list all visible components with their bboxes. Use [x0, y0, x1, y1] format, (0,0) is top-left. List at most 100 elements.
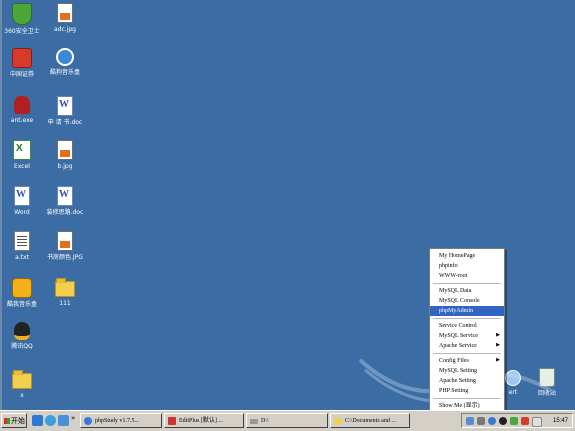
- quicklaunch-more-icon[interactable]: »: [71, 414, 75, 422]
- taskbar-item-drive-d[interactable]: D:\: [246, 413, 328, 428]
- clock[interactable]: 15:47: [553, 414, 568, 428]
- desktop-icon-label: 回收站: [537, 390, 556, 397]
- word-doc-icon: W: [57, 186, 73, 206]
- submenu-arrow-icon: ▶: [496, 333, 500, 338]
- taskbar: 开始 » phpStudy v1.7.5... EditPlus [默认] ..…: [0, 410, 575, 431]
- quicklaunch-ie-icon[interactable]: [32, 415, 43, 426]
- phpstudy-tray-menu: My HomePage phpinfo WWW-root MySQL Data MySQ…: [429, 248, 505, 419]
- taskbar-item-phpstudy[interactable]: phpStudy v1.7.5...: [80, 413, 162, 428]
- menu-item-label: MySQL Data: [439, 288, 472, 294]
- menu-separator: [433, 283, 501, 284]
- desktop-icon-label: x: [20, 392, 24, 399]
- ant-icon: [14, 96, 30, 114]
- menu-separator: [433, 398, 501, 399]
- desktop-icon-qq[interactable]: 腾讯QQ: [0, 322, 47, 351]
- menu-item-label: MySQL Console: [439, 298, 480, 304]
- tray-ime-icon[interactable]: [532, 417, 542, 427]
- word-icon: W: [14, 186, 30, 206]
- image-file-icon: [57, 231, 73, 251]
- menu-item-label: MySQL Setting: [439, 368, 477, 374]
- menu-item-label: PHP Setting: [439, 388, 469, 394]
- phpstudy-icon: [84, 417, 92, 425]
- music-icon: [56, 48, 74, 66]
- menu-item-label: Apache Service: [439, 343, 477, 349]
- task-label: EditPlus [默认] ...: [179, 418, 223, 424]
- drive-icon: [250, 419, 258, 424]
- desktop-icon-label: 腾讯QQ: [11, 343, 33, 350]
- menu-item-label: Config Files: [439, 358, 469, 364]
- quicklaunch-ie2-icon[interactable]: [58, 415, 69, 426]
- menu-item-mysql-data[interactable]: MySQL Data: [430, 286, 504, 296]
- menu-item-mysql-setting[interactable]: MySQL Setting: [430, 366, 504, 376]
- app-icon: [12, 48, 32, 68]
- excel-icon: X: [13, 140, 31, 160]
- shield-icon: [12, 3, 32, 25]
- desktop-icon-folder-x[interactable]: x: [0, 370, 47, 400]
- menu-item-apache-service[interactable]: Apache Service ▶: [430, 341, 504, 351]
- menu-item-www-root[interactable]: WWW-root: [430, 271, 504, 281]
- taskbar-item-documents[interactable]: C:\Documents and ...: [330, 413, 410, 428]
- desktop-icon-kugou[interactable]: 酷狗音乐盒: [40, 48, 90, 77]
- menu-separator: [433, 318, 501, 319]
- qq-icon: [14, 322, 30, 340]
- tray-phpstudy-icon[interactable]: [488, 417, 496, 425]
- submenu-arrow-icon: ▶: [496, 343, 500, 348]
- menu-item-label: Show Me (显示): [439, 403, 480, 409]
- text-file-icon: [14, 231, 30, 251]
- desktop-icon-recycle-bin[interactable]: 回收站: [522, 368, 572, 398]
- desktop-icon-label: 装修思路.doc: [46, 209, 84, 216]
- submenu-arrow-icon: ▶: [496, 358, 500, 363]
- desktop-icon-label: adc.jpg: [54, 26, 76, 33]
- start-button[interactable]: 开始: [1, 413, 27, 428]
- task-label: phpStudy v1.7.5...: [95, 418, 140, 424]
- tray-volume-icon[interactable]: [477, 417, 485, 425]
- menu-item-label: Apache Setting: [439, 378, 476, 384]
- menu-item-label: phpinfo: [439, 263, 458, 269]
- image-file-icon: [57, 140, 73, 160]
- menu-item-label: MySQL Service: [439, 333, 478, 339]
- folder-icon: [334, 418, 342, 424]
- menu-item-config-files[interactable]: Config Files ▶: [430, 356, 504, 366]
- menu-item-phpinfo[interactable]: phpinfo: [430, 261, 504, 271]
- tray-qq-icon[interactable]: [499, 417, 507, 425]
- desktop-icon-b-jpg[interactable]: b.jpg: [40, 140, 90, 171]
- tray-360-icon[interactable]: [510, 417, 518, 425]
- kuwo-icon: [12, 278, 32, 298]
- desktop-icon-zhuangxiu-doc[interactable]: W 装修思路.doc: [40, 186, 90, 217]
- desktop-icon-label: b.jpg: [57, 163, 73, 170]
- desktop-icon-label: 书房颜色.JPG: [47, 254, 83, 261]
- desktop-icon-adc-jpg[interactable]: adc.jpg: [40, 3, 90, 34]
- menu-item-label: Service Control: [439, 323, 477, 329]
- task-label: D:\: [261, 418, 269, 424]
- menu-item-label: phpMyAdmin: [439, 308, 474, 314]
- folder-icon: [12, 370, 32, 389]
- quicklaunch-qq-icon[interactable]: [45, 415, 56, 426]
- editplus-icon: [168, 417, 176, 425]
- desktop-icon-label: 酷狗音乐盒: [49, 69, 80, 76]
- tray-network-icon[interactable]: [466, 417, 474, 425]
- menu-item-label: My HomePage: [439, 253, 476, 259]
- taskbar-item-editplus[interactable]: EditPlus [默认] ...: [164, 413, 244, 428]
- menu-item-my-homepage[interactable]: My HomePage: [430, 251, 504, 261]
- menu-item-phpmyadmin[interactable]: phpMyAdmin: [430, 306, 504, 316]
- recycle-bin-icon: [539, 368, 555, 387]
- desktop-icon-folder-111[interactable]: 111: [40, 278, 90, 308]
- tray-security-icon[interactable]: [521, 417, 529, 425]
- folder-icon: [55, 278, 75, 297]
- word-doc-icon: W: [57, 96, 73, 116]
- desktop-icon-shenqingshu-doc[interactable]: W 申 请 书.doc: [40, 96, 90, 127]
- menu-item-apache-setting[interactable]: Apache Setting: [430, 376, 504, 386]
- menu-item-php-setting[interactable]: PHP Setting: [430, 386, 504, 396]
- menu-separator: [433, 353, 501, 354]
- menu-item-service-control[interactable]: Service Control: [430, 321, 504, 331]
- image-file-icon: [57, 3, 73, 23]
- desktop-icon-label: 111: [59, 300, 71, 307]
- menu-item-label: WWW-root: [439, 273, 468, 279]
- desktop-icon-shufang-jpg[interactable]: 书房颜色.JPG: [40, 231, 90, 262]
- system-tray: 15:47: [461, 413, 573, 428]
- desktop-icon-label: 申 请 书.doc: [47, 119, 83, 126]
- network-icon: [505, 370, 521, 386]
- menu-item-mysql-console[interactable]: MySQL Console: [430, 296, 504, 306]
- task-label: C:\Documents and ...: [345, 418, 396, 424]
- menu-item-mysql-service[interactable]: MySQL Service ▶: [430, 331, 504, 341]
